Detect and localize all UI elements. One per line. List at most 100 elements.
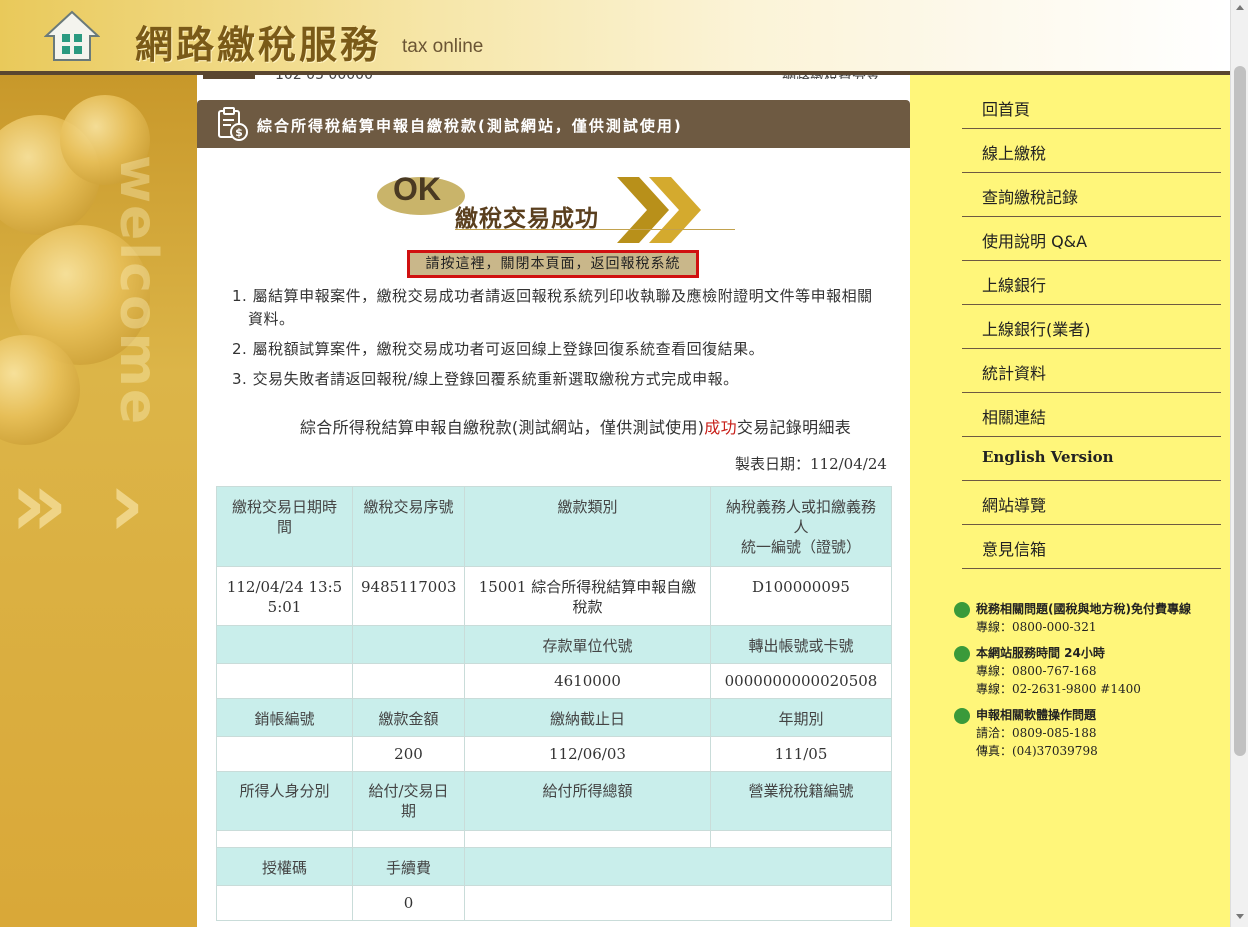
table-cell	[352, 830, 465, 848]
table-cell	[216, 830, 353, 848]
receipt-dollar-icon: $	[218, 107, 248, 141]
table-row: 0	[216, 885, 892, 921]
table-header-cell: 繳款類別	[464, 486, 711, 567]
chevron-right-icon: »	[10, 452, 69, 557]
return-to-tax-system-button[interactable]: 請按這裡，關閉本頁面，返回報稅系統	[407, 250, 699, 278]
sidebar-item-online-banks[interactable]: 上線銀行	[962, 261, 1221, 305]
table-cell: 9485117003	[352, 566, 465, 626]
panel-header: $ 綜合所得稅結算申報自繳稅款(測試網站，僅供測試使用)	[197, 100, 910, 148]
record-table-title: 綜合所得稅結算申報自繳稅款(測試網站，僅供測試使用)成功交易記錄明細表	[300, 414, 851, 438]
sidebar-item-sitemap[interactable]: 網站導覽	[962, 481, 1221, 525]
scroll-down-icon[interactable]	[1236, 914, 1244, 919]
table-cell	[464, 885, 892, 921]
table-cell: 200	[352, 736, 465, 772]
table-header-cell: 繳納截止日	[464, 698, 711, 737]
banner-underline	[455, 229, 735, 230]
table-header-cell: 銷帳編號	[216, 698, 353, 737]
sidebar-nav: 回首頁 線上繳稅 查詢繳稅記錄 使用說明 Q&A 上線銀行 上線銀行(業者) 統…	[962, 85, 1221, 569]
table-row: 112/04/24 13:55:01 9485117003 15001 綜合所得…	[216, 566, 892, 626]
table-header-cell: 年期別	[710, 698, 892, 737]
contact-block: 稅務相關問題(國稅與地方稅)免付費專線 專線：0800-000-321	[954, 600, 1224, 636]
table-cell: 0	[352, 885, 465, 921]
contact-line: 傳真：(04)37039798	[976, 744, 1098, 758]
sidebar-item-online-payment[interactable]: 線上繳稅	[962, 129, 1221, 173]
sidebar-item-payment-records[interactable]: 查詢繳稅記錄	[962, 173, 1221, 217]
contact-title: 本網站服務時間 24小時	[976, 646, 1105, 660]
chevron-right-icon: ›	[108, 452, 146, 557]
table-row: 4610000 0000000000020508	[216, 663, 892, 699]
phone-icon	[954, 708, 970, 724]
table-title-suffix: 交易記錄明細表	[736, 418, 852, 437]
note-item: 3. 交易失敗者請返回報稅/線上登錄回覆系統重新選取繳稅方式完成申報。	[232, 370, 739, 388]
sidebar-item-feedback[interactable]: 意見信箱	[962, 525, 1221, 569]
table-cell: 15001 綜合所得稅結算申報自繳稅款	[464, 566, 711, 626]
table-cell	[216, 885, 353, 921]
report-date: 製表日期：112/04/24	[735, 455, 887, 473]
table-header-row: 所得人身分別 給付/交易日期 給付所得總額 營業稅稅籍編號	[216, 771, 892, 831]
note-item: 1. 屬結算申報案件，繳稅交易成功者請返回報稅系統列印收執聯及應檢附證明文件等申…	[232, 287, 873, 328]
table-cell: 111/05	[710, 736, 892, 772]
site-subtitle: tax online	[402, 36, 484, 57]
welcome-watermark: welcome	[108, 155, 168, 427]
table-header-cell: 納稅義務人或扣繳義務人 統一編號（證號）	[710, 486, 892, 567]
table-header-row: 銷帳編號 繳款金額 繳納截止日 年期別	[216, 698, 892, 737]
sidebar-item-home[interactable]: 回首頁	[962, 85, 1221, 129]
notes-list: 1. 屬結算申報案件，繳稅交易成功者請返回報稅系統列印收執聯及應檢附證明文件等申…	[232, 285, 882, 398]
success-message: 繳稅交易成功	[455, 206, 599, 232]
sidebar-item-english-version[interactable]: English Version	[962, 437, 1221, 481]
double-chevron-icon	[617, 177, 701, 243]
transaction-record-table: 繳稅交易日期時間 繳稅交易序號 繳款類別 納稅義務人或扣繳義務人 統一編號（證號…	[216, 486, 892, 921]
sidebar-item-statistics[interactable]: 統計資料	[962, 349, 1221, 393]
site-header: 網路繳稅服務 tax online	[0, 0, 1230, 75]
sidebar-item-help-qa[interactable]: 使用說明 Q&A	[962, 217, 1221, 261]
table-header-cell: 給付所得總額	[464, 771, 711, 831]
contact-block: 本網站服務時間 24小時 專線：0800-767-168 專線：02-2631-…	[954, 644, 1224, 698]
contact-line: 專線：0800-767-168	[976, 664, 1097, 678]
vertical-scrollbar[interactable]	[1230, 0, 1248, 927]
table-row: 200 112/06/03 111/05	[216, 736, 892, 772]
phone-icon	[954, 646, 970, 662]
sidebar-item-related-links[interactable]: 相關連結	[962, 393, 1221, 437]
table-header-cell: 營業稅稅籍編號	[710, 771, 892, 831]
table-cell	[216, 736, 353, 772]
table-cell	[464, 830, 711, 848]
table-header-cell	[216, 625, 353, 664]
table-cell	[352, 663, 465, 699]
table-cell	[710, 830, 892, 848]
ok-badge: OK	[393, 171, 441, 207]
table-cell: 0000000000020508	[710, 663, 892, 699]
table-header-cell: 授權碼	[216, 847, 353, 886]
table-cell: 4610000	[464, 663, 711, 699]
table-cell: 112/06/03	[464, 736, 711, 772]
contact-line: 專線：02-2631-9800 #1400	[976, 682, 1141, 696]
table-header-cell: 繳稅交易日期時間	[216, 486, 353, 567]
table-header-cell	[464, 847, 892, 886]
phone-icon	[954, 602, 970, 618]
table-header-cell: 存款單位代號	[464, 625, 711, 664]
contact-line: 專線：0800-000-321	[976, 620, 1097, 634]
table-row	[216, 830, 892, 848]
site-title: 網路繳稅服務	[135, 22, 382, 67]
table-cell: 112/04/24 13:55:01	[216, 566, 353, 626]
contact-title: 申報相關軟體操作問題	[976, 708, 1097, 722]
panel-title: 綜合所得稅結算申報自繳稅款(測試網站，僅供測試使用)	[257, 117, 683, 135]
transaction-status: 成功	[704, 418, 737, 437]
table-cell	[216, 663, 353, 699]
scrollbar-thumb[interactable]	[1234, 66, 1246, 756]
home-icon[interactable]	[44, 8, 100, 64]
sidebar-item-online-banks-business[interactable]: 上線銀行(業者)	[962, 305, 1221, 349]
table-header-row: 授權碼 手續費	[216, 847, 892, 886]
table-header-cell: 繳款金額	[352, 698, 465, 737]
table-header-cell: 給付/交易日期	[352, 771, 465, 831]
table-header-cell: 繳稅交易序號	[352, 486, 465, 567]
note-item: 2. 屬稅額試算案件，繳稅交易成功者可返回線上登錄回復系統查看回復結果。	[232, 340, 765, 358]
table-header-cell: 轉出帳號或卡號	[710, 625, 892, 664]
contact-title: 稅務相關問題(國稅與地方稅)免付費專線	[976, 602, 1191, 616]
svg-text:$: $	[235, 126, 243, 139]
table-title-prefix: 綜合所得稅結算申報自繳稅款(測試網站，僅供測試使用)	[300, 418, 705, 437]
scroll-up-icon[interactable]	[1236, 5, 1244, 10]
table-header-cell: 所得人身分別	[216, 771, 353, 831]
left-decorative-panel: welcome » ›	[0, 75, 198, 927]
table-header-cell	[352, 625, 465, 664]
contact-block: 申報相關軟體操作問題 請洽：0809-085-188 傳真：(04)370397…	[954, 706, 1224, 760]
